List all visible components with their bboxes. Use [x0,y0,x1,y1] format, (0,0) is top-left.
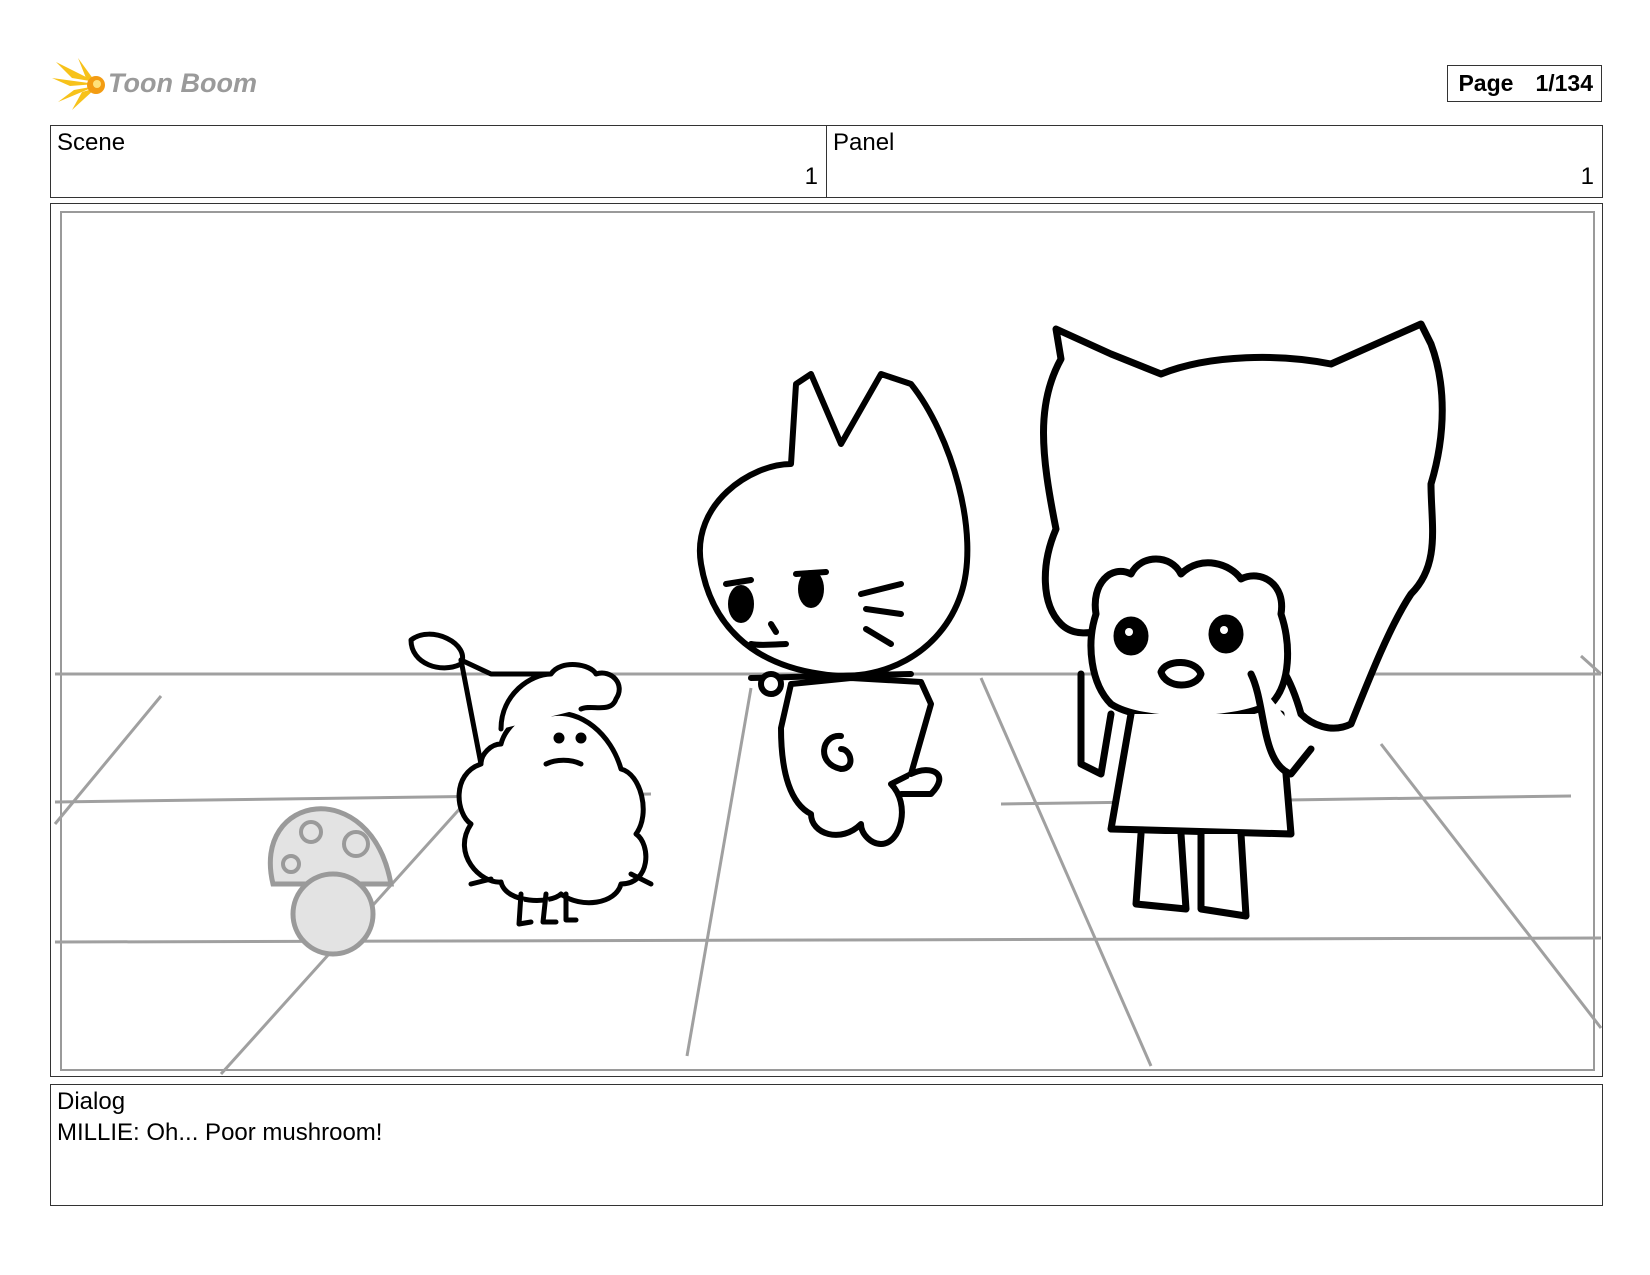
logo-text: Toon Boom [108,68,257,98]
scene-value: 1 [804,163,818,190]
toon-boom-logo: Toon Boom [52,56,262,112]
panel-cell: Panel 1 [826,126,1602,197]
scene-cell: Scene 1 [51,126,826,197]
scene-label: Scene [57,129,126,156]
page-number: 1/134 [1535,70,1593,96]
panel-label: Panel [833,129,895,156]
fluffy-character [408,631,654,927]
storyboard-panel [50,203,1603,1077]
cat-character [696,371,971,847]
dialog-box: Dialog MILLIE: Oh... Poor mushroom! [50,1084,1603,1206]
dialog-text: MILLIE: Oh... Poor mushroom! [57,1119,383,1146]
panel-value: 1 [1580,163,1594,190]
storyboard-drawing [53,211,1603,1076]
dialog-label: Dialog [57,1088,126,1115]
mushroom-sketch [267,806,394,957]
page-indicator: Page 1/134 [1447,65,1602,102]
hooded-girl-character [1040,320,1446,920]
scene-panel-header: Scene 1 Panel 1 [50,125,1603,198]
page-label: Page [1458,70,1514,96]
starburst-icon [52,58,105,110]
